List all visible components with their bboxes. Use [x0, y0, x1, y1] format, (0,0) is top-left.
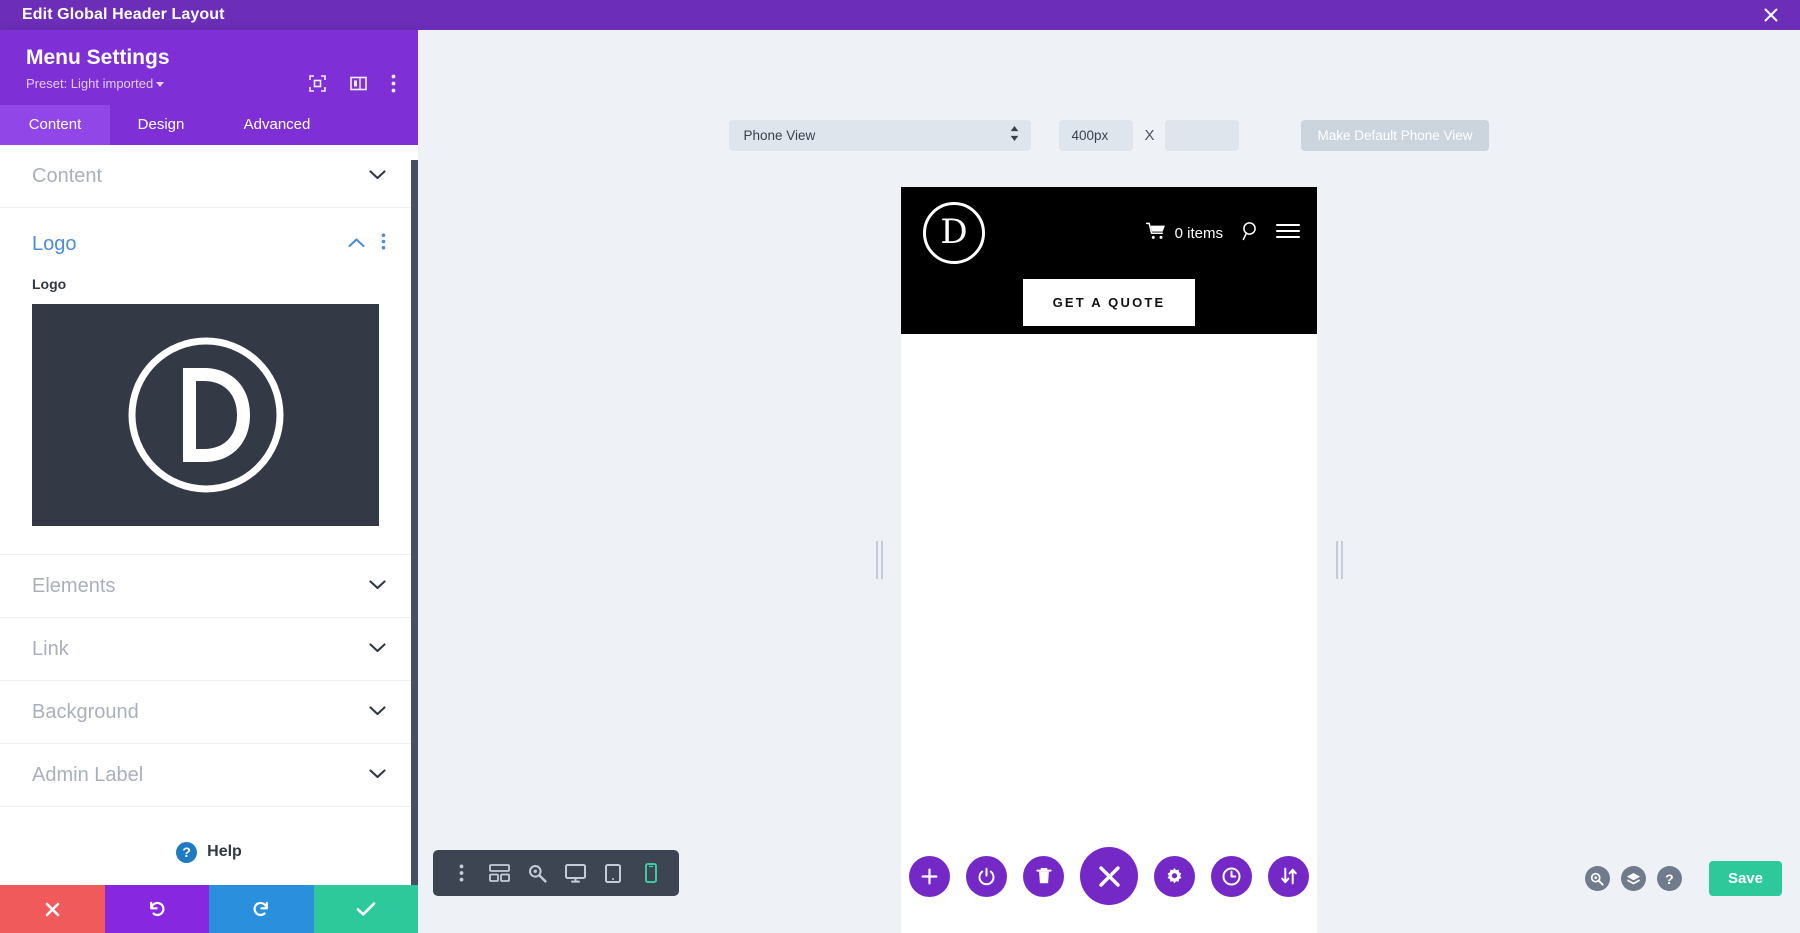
hamburger-menu-icon[interactable]: [1276, 223, 1300, 244]
chevron-down-icon: [369, 766, 386, 784]
discard-changes-button[interactable]: [0, 885, 105, 933]
section-elements[interactable]: Elements: [0, 555, 418, 619]
viewport-width-input[interactable]: [1059, 120, 1134, 151]
get-a-quote-button[interactable]: GET A QUOTE: [1022, 279, 1196, 326]
panel-tabs: Content Design Advanced: [0, 105, 418, 146]
sort-arrows-icon[interactable]: [1268, 855, 1309, 897]
history-clock-icon[interactable]: [1211, 855, 1252, 897]
viewport-height-input[interactable]: [1165, 120, 1240, 151]
panel-scroll-area: Content Logo Logo Elements Link Backgrou…: [0, 145, 418, 885]
view-mode-select[interactable]: Phone View: [729, 120, 1032, 151]
cart-link[interactable]: 0 items: [1145, 222, 1223, 245]
logo-field-label: Logo: [32, 276, 67, 293]
tab-advanced[interactable]: Advanced: [212, 105, 342, 145]
panel-action-bar: [0, 885, 418, 933]
section-label: Link: [32, 637, 69, 660]
section-admin-label[interactable]: Admin Label: [0, 744, 418, 808]
site-header-top-row: D 0 items: [901, 187, 1317, 279]
panel-layout-icon[interactable]: [350, 75, 367, 97]
panel-title: Menu Settings: [26, 46, 170, 69]
add-icon[interactable]: [909, 855, 950, 897]
site-logo-letter: D: [940, 212, 968, 252]
gear-icon[interactable]: [1154, 855, 1195, 897]
panel-header-icons: [309, 74, 396, 98]
caret-down-icon: [156, 82, 165, 88]
layers-icon[interactable]: [1620, 866, 1646, 891]
site-header-module[interactable]: D 0 items GET A QUOTE: [901, 187, 1317, 334]
site-logo[interactable]: D: [923, 202, 985, 264]
vertical-dots-icon[interactable]: [391, 74, 396, 98]
section-logo[interactable]: Logo: [0, 208, 418, 270]
site-header-utilities: 0 items: [1145, 221, 1300, 246]
section-label: Background: [32, 700, 139, 723]
help-question-icon[interactable]: ?: [1656, 866, 1682, 891]
vertical-dots-icon[interactable]: [381, 233, 386, 255]
view-mode-value: Phone View: [743, 128, 816, 143]
section-link[interactable]: Link: [0, 618, 418, 682]
site-header-cta-row: GET A QUOTE: [901, 279, 1317, 326]
window-title-bar: Edit Global Header Layout: [0, 0, 1800, 30]
settings-panel: Menu Settings Preset: Light imported Con…: [0, 30, 418, 933]
page-preview-frame: D 0 items GET A QUOTE: [875, 187, 1343, 933]
resize-handle-right[interactable]: [1333, 541, 1345, 579]
tab-content[interactable]: Content: [0, 105, 110, 146]
make-default-view-button[interactable]: Make Default Phone View: [1301, 120, 1489, 151]
power-icon[interactable]: [966, 855, 1007, 897]
section-background[interactable]: Background: [0, 681, 418, 745]
chevron-down-icon: [369, 703, 386, 721]
chevron-down-icon: [369, 640, 386, 658]
undo-button[interactable]: [104, 885, 209, 933]
resize-handle-left[interactable]: [873, 541, 885, 579]
help-label: Help: [207, 843, 242, 861]
settings-panel-header: Menu Settings Preset: Light imported: [0, 30, 418, 106]
shopping-cart-icon: [1145, 222, 1166, 245]
builder-stage: Phone View X Make Default Phone View D: [418, 30, 1800, 933]
trash-icon[interactable]: [1023, 855, 1064, 897]
focus-frame-icon[interactable]: [309, 75, 326, 97]
help-link[interactable]: ? Help: [0, 807, 418, 885]
close-icon[interactable]: [1760, 4, 1782, 26]
panel-scrollbar[interactable]: [411, 160, 418, 885]
spinner-arrows-icon: [1010, 125, 1019, 146]
logo-thumbnail[interactable]: [32, 304, 379, 527]
redo-button[interactable]: [209, 885, 314, 933]
tab-design[interactable]: Design: [110, 105, 212, 145]
section-label: Content: [32, 164, 103, 187]
close-icon[interactable]: [1080, 847, 1138, 905]
search-icon[interactable]: [1240, 221, 1259, 246]
divi-d-logo-icon: [128, 337, 283, 493]
multiply-symbol: X: [1144, 127, 1155, 144]
builder-utility-tools: ? Save: [1584, 861, 1782, 896]
zoom-magnifier-icon[interactable]: [1584, 866, 1610, 891]
chevron-up-icon[interactable]: [348, 235, 365, 253]
logo-field: Logo: [0, 270, 418, 556]
chevron-down-icon: [369, 167, 386, 185]
section-label: Elements: [32, 574, 116, 597]
section-logo-controls: [348, 233, 386, 255]
window-title: Edit Global Header Layout: [22, 6, 225, 23]
preset-label: Preset: Light imported: [26, 76, 154, 92]
save-button[interactable]: Save: [1708, 861, 1782, 896]
chevron-down-icon: [369, 577, 386, 595]
section-label: Logo: [32, 232, 77, 255]
apply-changes-button[interactable]: [313, 885, 418, 933]
section-label: Admin Label: [32, 763, 144, 786]
section-content[interactable]: Content: [0, 145, 418, 209]
cart-count-label: 0 items: [1174, 224, 1223, 242]
viewport-controls: Phone View X Make Default Phone View: [418, 120, 1800, 151]
question-mark-icon: ?: [176, 841, 198, 863]
